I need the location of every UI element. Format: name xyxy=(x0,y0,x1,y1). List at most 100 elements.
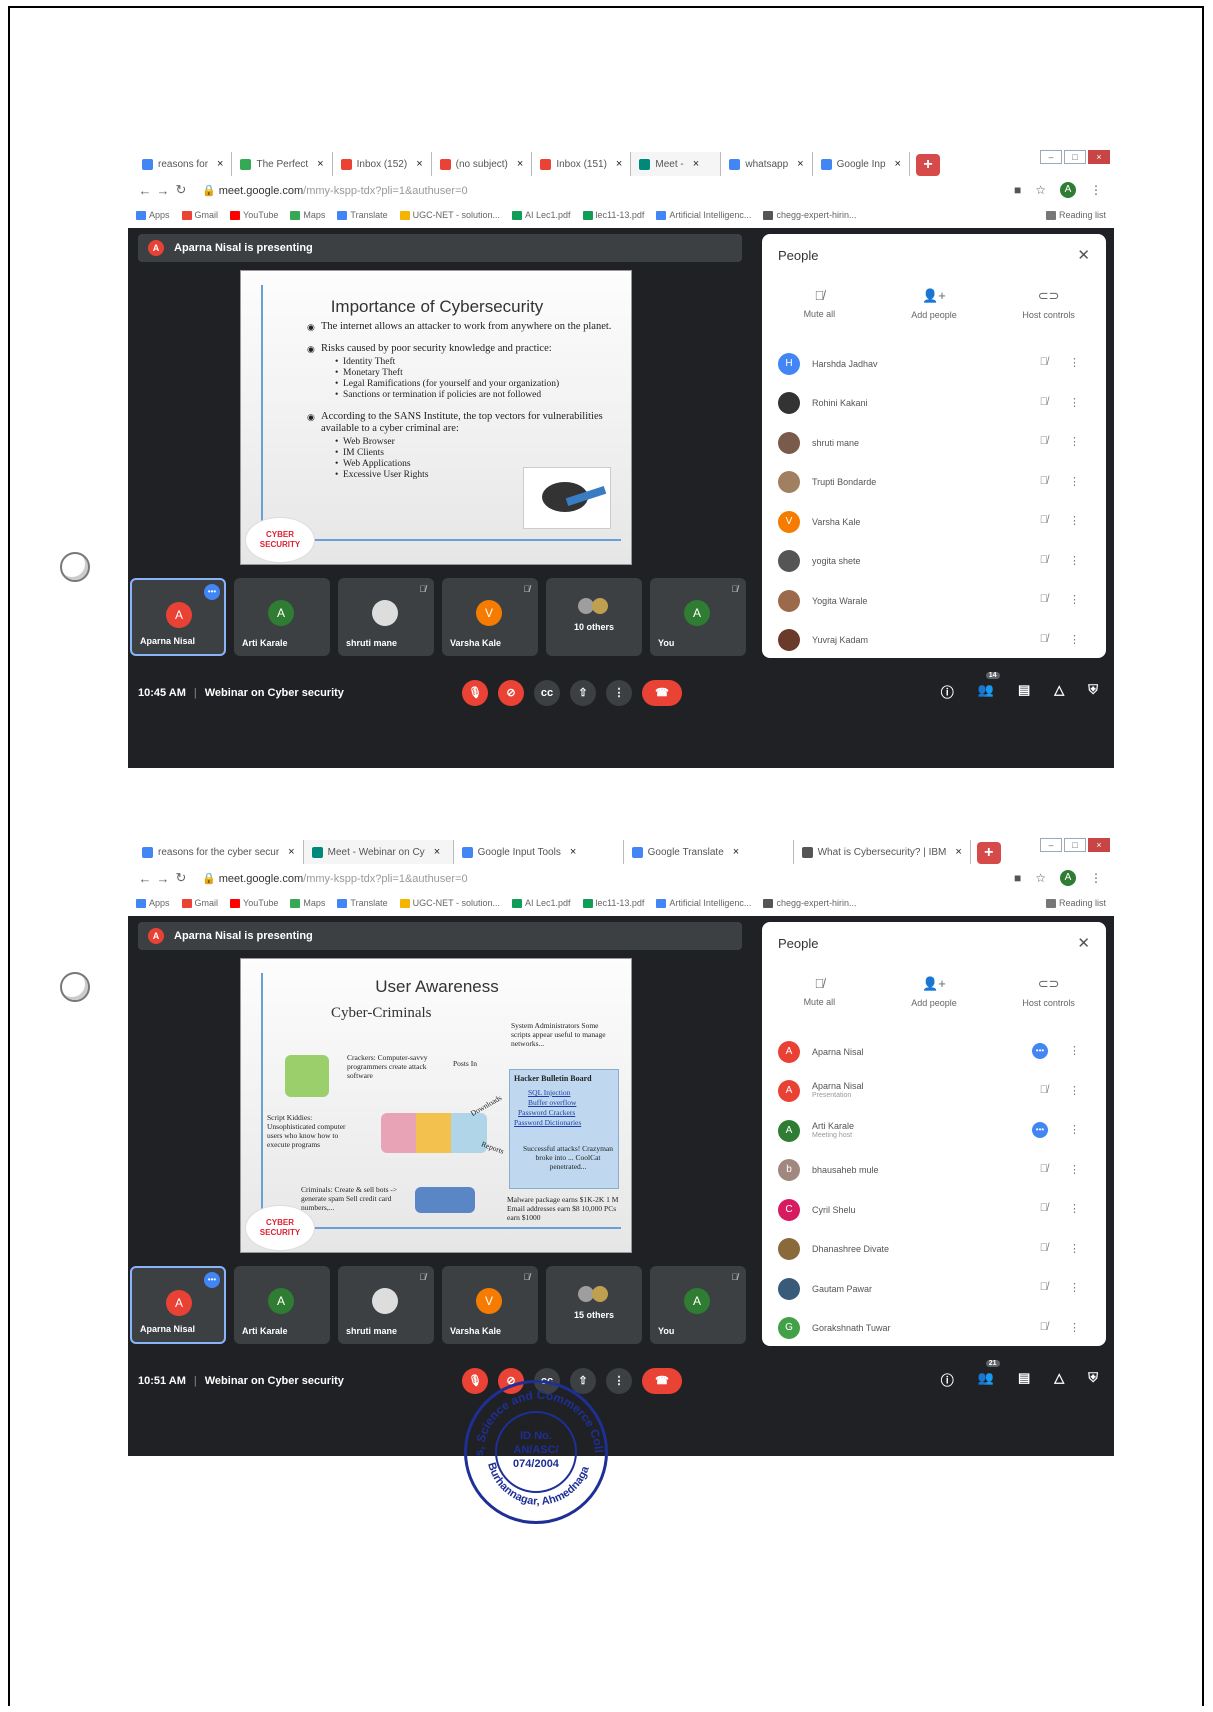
star-icon[interactable]: ☆ xyxy=(1035,183,1046,197)
chat-icon[interactable]: ▤ xyxy=(1018,682,1030,701)
leave-call-button[interactable]: ☎ xyxy=(642,680,682,706)
new-tab-button[interactable]: + xyxy=(976,842,1001,864)
participant-tile[interactable]: ••• A Aparna Nisal xyxy=(130,578,226,656)
more-vert-icon[interactable]: ⋮ xyxy=(1069,1163,1080,1176)
more-vert-icon[interactable]: ⋮ xyxy=(1069,435,1080,448)
more-options-button[interactable]: ⋮ xyxy=(606,680,632,706)
mic-off-icon[interactable]: 🎙̸ xyxy=(1040,514,1048,526)
person-row[interactable]: Dhanashree Divate 🎙̸ ⋮ xyxy=(762,1230,1106,1270)
maximize-icon[interactable]: □ xyxy=(1064,150,1086,164)
bookmark-item[interactable]: AI Lec1.pdf xyxy=(511,210,571,220)
leave-call-button[interactable]: ☎ xyxy=(642,1368,682,1394)
activities-icon[interactable]: △ xyxy=(1054,682,1064,701)
host-controls-icon[interactable]: ⛨ xyxy=(1088,682,1098,701)
bookmark-item[interactable]: lec11-13.pdf xyxy=(582,210,644,220)
participant-tile[interactable]: 🎙̸ shruti mane xyxy=(338,578,434,656)
participant-tile[interactable]: 🎙̸ V Varsha Kale xyxy=(442,578,538,656)
participant-tile[interactable]: 🎙̸ V Varsha Kale xyxy=(442,1266,538,1344)
profile-avatar[interactable]: A xyxy=(1060,182,1076,198)
window-close-icon[interactable]: × xyxy=(1088,838,1110,852)
browser-tab[interactable]: Google Translate × xyxy=(624,840,794,864)
chat-icon[interactable]: ▤ xyxy=(1018,1370,1030,1389)
participant-tile-others[interactable]: 15 others xyxy=(546,1266,642,1344)
bookmark-item[interactable]: AI Lec1.pdf xyxy=(511,898,571,908)
person-row[interactable]: A Aparna Nisal Presentation 🎙̸ ⋮ xyxy=(762,1072,1106,1112)
browser-tab[interactable]: What is Cybersecurity? | IBM × xyxy=(794,840,971,864)
browser-tab-active[interactable]: Meet - Webinar on Cy × xyxy=(303,840,454,864)
minimize-icon[interactable]: – xyxy=(1040,150,1062,164)
bookmark-item[interactable]: Maps xyxy=(290,898,325,908)
close-icon[interactable]: × xyxy=(733,846,739,858)
participant-tile[interactable]: 🎙̸ shruti mane xyxy=(338,1266,434,1344)
bookmark-item[interactable]: YouTube xyxy=(230,898,278,908)
close-icon[interactable]: × xyxy=(288,846,294,858)
mic-off-icon[interactable]: 🎙̸ xyxy=(1040,1202,1048,1214)
mic-off-icon[interactable]: 🎙̸ xyxy=(1040,1281,1048,1293)
captions-button[interactable]: cc xyxy=(534,680,560,706)
close-icon[interactable]: × xyxy=(570,846,576,858)
person-row[interactable]: Rohini Kakani 🎙̸ ⋮ xyxy=(762,384,1106,424)
person-row[interactable]: Gautam Pawar 🎙̸ ⋮ xyxy=(762,1269,1106,1309)
info-icon[interactable]: ⓘ xyxy=(941,682,954,701)
maximize-icon[interactable]: □ xyxy=(1064,838,1086,852)
browser-tab[interactable]: Google Input Tools × xyxy=(454,840,624,864)
bookmark-item[interactable]: YouTube xyxy=(230,210,278,220)
mic-off-icon[interactable]: 🎙̸ xyxy=(1040,396,1048,408)
camera-toggle-button[interactable]: ⊘ xyxy=(498,680,524,706)
new-tab-button[interactable]: + xyxy=(915,154,940,176)
mic-off-icon[interactable]: 🎙̸ xyxy=(1040,475,1048,487)
bookmark-item[interactable]: Maps xyxy=(290,210,325,220)
person-row[interactable]: C Cyril Shelu 🎙̸ ⋮ xyxy=(762,1190,1106,1230)
mic-off-icon[interactable]: 🎙̸ xyxy=(1040,1321,1048,1333)
close-icon[interactable]: × xyxy=(416,158,422,170)
people-icon[interactable]: 👥 14 xyxy=(978,672,1000,701)
participant-tile[interactable]: ••• A Aparna Nisal xyxy=(130,1266,226,1344)
close-icon[interactable]: × xyxy=(434,846,440,858)
mic-off-icon[interactable]: 🎙̸ xyxy=(1040,356,1048,368)
url-field[interactable]: 🔒 meet.google.com/mmy-kspp-tdx?pli=1&aut… xyxy=(202,872,468,885)
browser-tab[interactable]: whatsapp × xyxy=(721,152,813,176)
close-icon[interactable]: ✕ xyxy=(1077,934,1090,952)
reading-list[interactable]: Reading list xyxy=(1045,210,1106,220)
add-people-button[interactable]: 👤+ Add people xyxy=(889,976,979,1008)
bookmark-item[interactable]: chegg-expert-hirin... xyxy=(763,898,856,908)
person-row[interactable]: G Gorakshnath Tuwar 🎙̸ ⋮ xyxy=(762,1309,1106,1349)
close-icon[interactable]: × xyxy=(797,158,803,170)
participant-tile-self[interactable]: 🎙̸ A You xyxy=(650,578,746,656)
bookmark-item[interactable]: Apps xyxy=(136,210,170,220)
mute-all-button[interactable]: 🎙̸ Mute all xyxy=(774,976,864,1008)
bookmark-item[interactable]: Gmail xyxy=(181,898,218,908)
more-vert-icon[interactable]: ⋮ xyxy=(1069,1321,1080,1334)
person-row[interactable]: Yogita Warale 🎙̸ ⋮ xyxy=(762,581,1106,621)
browser-tab[interactable]: Inbox (152) × xyxy=(333,152,432,176)
person-row[interactable]: yogita shete 🎙̸ ⋮ xyxy=(762,542,1106,582)
add-people-button[interactable]: 👤+ Add people xyxy=(889,288,979,320)
reload-icon[interactable]: ↻ xyxy=(172,182,190,198)
present-button[interactable]: ⇧ xyxy=(570,680,596,706)
mic-off-icon[interactable]: 🎙̸ xyxy=(1040,1163,1048,1175)
browser-tab[interactable]: Inbox (151) × xyxy=(532,152,632,176)
bookmark-item[interactable]: Translate xyxy=(337,898,388,908)
host-controls-button[interactable]: ⊂⊃ Host controls xyxy=(1004,976,1094,1008)
camera-icon[interactable]: ■ xyxy=(1014,183,1021,197)
forward-icon[interactable]: → xyxy=(154,183,172,198)
more-vert-icon[interactable]: ⋮ xyxy=(1069,1281,1080,1294)
participant-tile-self[interactable]: 🎙̸ A You xyxy=(650,1266,746,1344)
menu-icon[interactable]: ⋮ xyxy=(1090,183,1102,197)
mic-off-icon[interactable]: 🎙̸ xyxy=(1040,1242,1048,1254)
bookmark-item[interactable]: UGC-NET - solution... xyxy=(399,898,500,908)
back-icon[interactable]: ← xyxy=(136,871,154,886)
bookmark-item[interactable]: Artificial Intelligenc... xyxy=(656,210,751,220)
bookmark-item[interactable]: Gmail xyxy=(181,210,218,220)
browser-tab-active[interactable]: Meet - × xyxy=(631,152,722,176)
more-vert-icon[interactable]: ⋮ xyxy=(1069,1202,1080,1215)
host-controls-button[interactable]: ⊂⊃ Host controls xyxy=(1004,288,1094,320)
bookmark-item[interactable]: UGC-NET - solution... xyxy=(399,210,500,220)
info-icon[interactable]: ⓘ xyxy=(941,1370,954,1389)
more-vert-icon[interactable]: ⋮ xyxy=(1069,514,1080,527)
mic-toggle-button[interactable]: 🎙 xyxy=(462,680,488,706)
close-icon[interactable]: × xyxy=(217,158,223,170)
forward-icon[interactable]: → xyxy=(154,871,172,886)
star-icon[interactable]: ☆ xyxy=(1035,871,1046,885)
person-row[interactable]: Trupti Bondarde 🎙̸ ⋮ xyxy=(762,463,1106,503)
